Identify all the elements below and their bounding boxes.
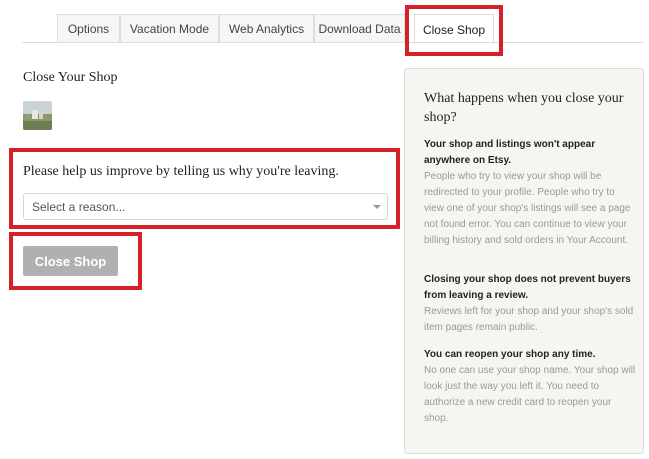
info-section-text: No one can use your shop name. Your shop…: [424, 365, 636, 424]
tab-vacation-mode[interactable]: Vacation Mode: [120, 14, 219, 43]
tab-web-analytics[interactable]: Web Analytics: [219, 14, 314, 43]
info-section-text: People who try to view your shop will be…: [424, 171, 631, 246]
info-section-heading: You can reopen your shop any time.: [424, 349, 596, 360]
info-section-heading: Closing your shop does not prevent buyer…: [424, 274, 631, 301]
highlight-reason-area: [9, 148, 400, 229]
info-section-listings: Your shop and listings won't appear anyw…: [424, 137, 636, 249]
shop-icon-image: [23, 101, 52, 130]
info-section-reopen: You can reopen your shop any time. No on…: [424, 347, 636, 427]
info-panel: What happens when you close your shop? Y…: [404, 68, 644, 454]
info-section-text: Reviews left for your shop and your shop…: [424, 306, 634, 333]
highlight-close-shop-tab: [405, 5, 503, 56]
page-title: Close Your Shop: [23, 70, 118, 85]
info-section-reviews: Closing your shop does not prevent buyer…: [424, 272, 636, 336]
tabbar-divider: [22, 42, 644, 43]
landscape-photo-icon: [23, 101, 52, 130]
highlight-close-button: [9, 232, 142, 290]
info-section-heading: Your shop and listings won't appear anyw…: [424, 139, 596, 166]
tab-download-data[interactable]: Download Data: [314, 14, 405, 43]
info-title: What happens when you close your shop?: [424, 91, 624, 125]
tab-options[interactable]: Options: [57, 14, 120, 43]
settings-tabs: Options Vacation Mode Web Analytics Down…: [0, 0, 649, 44]
